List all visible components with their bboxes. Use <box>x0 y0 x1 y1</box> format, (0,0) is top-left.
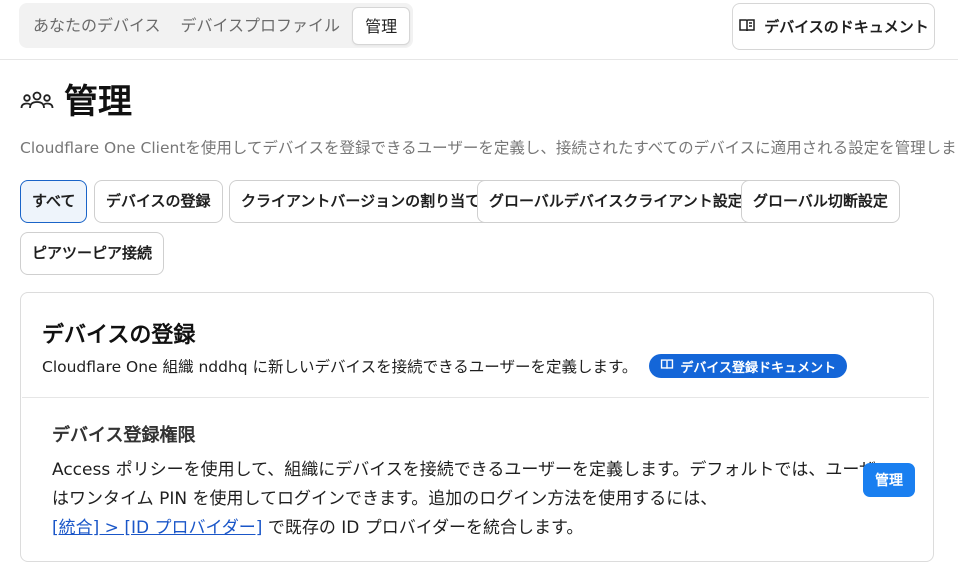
book-icon <box>738 16 756 38</box>
permissions-line-3-suffix: で既存の ID プロバイダーを統合します。 <box>262 518 584 538</box>
permissions-title: デバイス登録権限 <box>52 425 196 446</box>
device-docs-button-label: デバイスのドキュメント <box>764 18 929 36</box>
filter-global-disconnect[interactable]: グローバル切断設定 <box>741 180 900 223</box>
tab-bar: あなたのデバイス デバイスプロファイル 管理 <box>19 3 414 48</box>
page-title: 管理 <box>64 82 132 122</box>
tab-device-profiles[interactable]: デバイスプロファイル <box>171 7 351 45</box>
page-description: Cloudflare One Clientを使用してデバイスを登録できるユーザー… <box>20 139 958 157</box>
users-icon <box>20 88 54 116</box>
tab-your-devices[interactable]: あなたのデバイス <box>23 7 171 45</box>
top-bar: あなたのデバイス デバイスプロファイル 管理 デバイスのドキュメント <box>0 0 958 60</box>
enrollment-docs-badge-label: デバイス登録ドキュメント <box>680 360 837 376</box>
filter-client-version[interactable]: クライアントバージョンの割り当て <box>229 180 493 223</box>
page-header: 管理 <box>20 80 132 124</box>
permissions-line-2: はワンタイム PIN を使用してログインできます。追加のログイン方法を使用するに… <box>52 489 718 509</box>
card-description-text: Cloudflare One 組織 nddhq に新しいデバイスを接続できるユー… <box>42 358 638 376</box>
filter-global-client-settings[interactable]: グローバルデバイスクライアント設定 <box>477 180 755 223</box>
device-enrollment-card: デバイスの登録 Cloudflare One 組織 nddhq に新しいデバイス… <box>20 292 934 562</box>
permissions-line-3: [統合] > [ID プロバイダー] で既存の ID プロバイダーを統合します。 <box>52 514 842 543</box>
device-docs-button[interactable]: デバイスのドキュメント <box>732 3 935 50</box>
divider <box>22 397 929 398</box>
card-description: Cloudflare One 組織 nddhq に新しいデバイスを接続できるユー… <box>42 354 848 378</box>
filter-all[interactable]: すべて <box>20 180 88 223</box>
permissions-line-1: Access ポリシーを使用して、組織にデバイスを接続できるユーザーを定義します… <box>52 460 894 480</box>
tab-management[interactable]: 管理 <box>352 6 411 45</box>
id-providers-link[interactable]: [統合] > [ID プロバイダー] <box>52 518 262 538</box>
filter-device-enrollment[interactable]: デバイスの登録 <box>94 180 223 223</box>
filter-peer-to-peer[interactable]: ピアツーピア接続 <box>20 232 165 275</box>
permissions-description: Access ポリシーを使用して、組織にデバイスを接続できるユーザーを定義します… <box>52 456 894 543</box>
enrollment-docs-badge[interactable]: デバイス登録ドキュメント <box>649 354 848 378</box>
manage-button[interactable]: 管理 <box>863 463 915 497</box>
card-title: デバイスの登録 <box>42 323 196 348</box>
book-icon <box>660 357 674 375</box>
